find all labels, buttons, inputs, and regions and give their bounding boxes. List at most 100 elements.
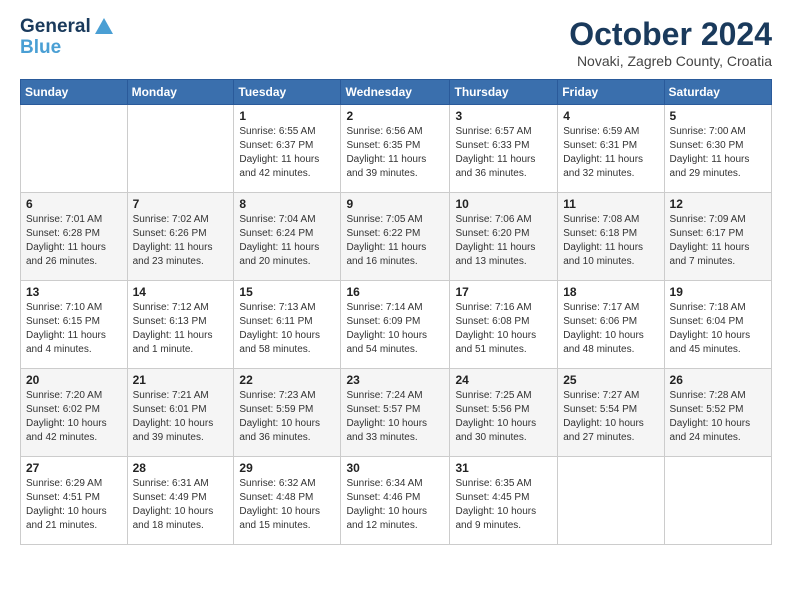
calendar-cell: 19 Sunrise: 7:18 AM Sunset: 6:04 PM Dayli… (664, 281, 771, 369)
logo-icon (93, 16, 115, 38)
location: Novaki, Zagreb County, Croatia (569, 53, 772, 69)
day-number: 1 (239, 109, 335, 123)
day-number: 18 (563, 285, 658, 299)
calendar-row: 20 Sunrise: 7:20 AM Sunset: 6:02 PM Dayli… (21, 369, 772, 457)
calendar-cell: 12Sunrise: 7:09 AM Sunset: 6:17 PM Dayli… (664, 193, 771, 281)
day-number: 27 (26, 461, 122, 475)
calendar-cell: 24 Sunrise: 7:25 AM Sunset: 5:56 PM Dayli… (450, 369, 558, 457)
day-number: 20 (26, 373, 122, 387)
col-saturday: Saturday (664, 80, 771, 105)
day-number: 6 (26, 197, 122, 211)
calendar-cell: 13Sunrise: 7:10 AM Sunset: 6:15 PM Dayli… (21, 281, 128, 369)
calendar-cell (21, 105, 128, 193)
day-number: 19 (670, 285, 766, 299)
col-friday: Friday (558, 80, 664, 105)
calendar-cell: 30 Sunrise: 6:34 AM Sunset: 4:46 PM Dayli… (341, 457, 450, 545)
day-number: 21 (133, 373, 229, 387)
calendar-table: Sunday Monday Tuesday Wednesday Thursday… (20, 79, 772, 545)
day-number: 3 (455, 109, 552, 123)
day-number: 4 (563, 109, 658, 123)
calendar-cell: 25 Sunrise: 7:27 AM Sunset: 5:54 PM Dayli… (558, 369, 664, 457)
day-info: Sunrise: 7:18 AM Sunset: 6:04 PM Dayligh… (670, 301, 766, 357)
calendar-cell: 1 Sunrise: 6:55 AM Sunset: 6:37 PM Daylig… (234, 105, 341, 193)
day-info: Sunrise: 7:13 AM Sunset: 6:11 PM Dayligh… (239, 301, 335, 357)
day-info: Sunrise: 6:55 AM Sunset: 6:37 PM Dayligh… (239, 125, 335, 181)
day-info: Sunrise: 7:17 AM Sunset: 6:06 PM Dayligh… (563, 301, 658, 357)
day-info: Sunrise: 6:34 AM Sunset: 4:46 PM Dayligh… (346, 477, 444, 533)
day-info: Sunrise: 7:21 AM Sunset: 6:01 PM Dayligh… (133, 389, 229, 445)
calendar-cell: 5 Sunrise: 7:00 AM Sunset: 6:30 PM Daylig… (664, 105, 771, 193)
calendar-cell: 21 Sunrise: 7:21 AM Sunset: 6:01 PM Dayli… (127, 369, 234, 457)
page-header: General Blue October 2024 Novaki, Zagreb… (20, 16, 772, 69)
day-info: Sunrise: 7:02 AM Sunset: 6:26 PM Dayligh… (133, 213, 229, 269)
day-number: 24 (455, 373, 552, 387)
day-info: Sunrise: 6:35 AM Sunset: 4:45 PM Dayligh… (455, 477, 552, 533)
col-sunday: Sunday (21, 80, 128, 105)
calendar-cell: 4 Sunrise: 6:59 AM Sunset: 6:31 PM Daylig… (558, 105, 664, 193)
day-info: Sunrise: 7:08 AM Sunset: 6:18 PM Dayligh… (563, 213, 658, 269)
day-number: 31 (455, 461, 552, 475)
calendar-row: 27Sunrise: 6:29 AM Sunset: 4:51 PM Dayli… (21, 457, 772, 545)
calendar-cell: 6 Sunrise: 7:01 AM Sunset: 6:28 PM Daylig… (21, 193, 128, 281)
day-info: Sunrise: 7:27 AM Sunset: 5:54 PM Dayligh… (563, 389, 658, 445)
calendar-cell (127, 105, 234, 193)
calendar-row: 13Sunrise: 7:10 AM Sunset: 6:15 PM Dayli… (21, 281, 772, 369)
day-number: 9 (346, 197, 444, 211)
day-info: Sunrise: 6:31 AM Sunset: 4:49 PM Dayligh… (133, 477, 229, 533)
day-info: Sunrise: 7:00 AM Sunset: 6:30 PM Dayligh… (670, 125, 766, 181)
day-info: Sunrise: 7:05 AM Sunset: 6:22 PM Dayligh… (346, 213, 444, 269)
logo-text: General (20, 16, 115, 38)
calendar-cell: 29 Sunrise: 6:32 AM Sunset: 4:48 PM Dayli… (234, 457, 341, 545)
day-number: 8 (239, 197, 335, 211)
day-number: 25 (563, 373, 658, 387)
calendar-cell: 17Sunrise: 7:16 AM Sunset: 6:08 PM Dayli… (450, 281, 558, 369)
day-number: 26 (670, 373, 766, 387)
day-number: 16 (346, 285, 444, 299)
day-number: 28 (133, 461, 229, 475)
calendar-cell: 26Sunrise: 7:28 AM Sunset: 5:52 PM Dayli… (664, 369, 771, 457)
calendar-cell: 18 Sunrise: 7:17 AM Sunset: 6:06 PM Dayli… (558, 281, 664, 369)
calendar-cell (558, 457, 664, 545)
col-thursday: Thursday (450, 80, 558, 105)
day-info: Sunrise: 7:06 AM Sunset: 6:20 PM Dayligh… (455, 213, 552, 269)
day-number: 14 (133, 285, 229, 299)
title-block: October 2024 Novaki, Zagreb County, Croa… (569, 16, 772, 69)
col-wednesday: Wednesday (341, 80, 450, 105)
day-info: Sunrise: 7:12 AM Sunset: 6:13 PM Dayligh… (133, 301, 229, 357)
calendar-header-row: Sunday Monday Tuesday Wednesday Thursday… (21, 80, 772, 105)
day-number: 5 (670, 109, 766, 123)
calendar-cell: 20 Sunrise: 7:20 AM Sunset: 6:02 PM Dayli… (21, 369, 128, 457)
day-number: 29 (239, 461, 335, 475)
calendar-cell: 8 Sunrise: 7:04 AM Sunset: 6:24 PM Daylig… (234, 193, 341, 281)
month-title: October 2024 (569, 16, 772, 53)
day-info: Sunrise: 7:04 AM Sunset: 6:24 PM Dayligh… (239, 213, 335, 269)
calendar-cell: 7 Sunrise: 7:02 AM Sunset: 6:26 PM Daylig… (127, 193, 234, 281)
day-info: Sunrise: 6:57 AM Sunset: 6:33 PM Dayligh… (455, 125, 552, 181)
day-number: 30 (346, 461, 444, 475)
calendar-cell: 27Sunrise: 6:29 AM Sunset: 4:51 PM Dayli… (21, 457, 128, 545)
calendar-cell: 11Sunrise: 7:08 AM Sunset: 6:18 PM Dayli… (558, 193, 664, 281)
day-info: Sunrise: 7:09 AM Sunset: 6:17 PM Dayligh… (670, 213, 766, 269)
calendar-cell: 3 Sunrise: 6:57 AM Sunset: 6:33 PM Daylig… (450, 105, 558, 193)
day-info: Sunrise: 7:25 AM Sunset: 5:56 PM Dayligh… (455, 389, 552, 445)
day-info: Sunrise: 6:59 AM Sunset: 6:31 PM Dayligh… (563, 125, 658, 181)
day-number: 22 (239, 373, 335, 387)
day-info: Sunrise: 7:14 AM Sunset: 6:09 PM Dayligh… (346, 301, 444, 357)
calendar-cell (664, 457, 771, 545)
day-info: Sunrise: 6:32 AM Sunset: 4:48 PM Dayligh… (239, 477, 335, 533)
day-info: Sunrise: 7:01 AM Sunset: 6:28 PM Dayligh… (26, 213, 122, 269)
calendar-cell: 15Sunrise: 7:13 AM Sunset: 6:11 PM Dayli… (234, 281, 341, 369)
day-number: 2 (346, 109, 444, 123)
calendar-cell: 31 Sunrise: 6:35 AM Sunset: 4:45 PM Dayli… (450, 457, 558, 545)
calendar-cell: 23Sunrise: 7:24 AM Sunset: 5:57 PM Dayli… (341, 369, 450, 457)
logo-blue: Blue (20, 38, 115, 59)
calendar-cell: 2Sunrise: 6:56 AM Sunset: 6:35 PM Daylig… (341, 105, 450, 193)
calendar-cell: 16 Sunrise: 7:14 AM Sunset: 6:09 PM Dayli… (341, 281, 450, 369)
day-number: 7 (133, 197, 229, 211)
calendar-cell: 10 Sunrise: 7:06 AM Sunset: 6:20 PM Dayli… (450, 193, 558, 281)
calendar-row: 1 Sunrise: 6:55 AM Sunset: 6:37 PM Daylig… (21, 105, 772, 193)
calendar-cell: 28 Sunrise: 6:31 AM Sunset: 4:49 PM Dayli… (127, 457, 234, 545)
day-info: Sunrise: 7:20 AM Sunset: 6:02 PM Dayligh… (26, 389, 122, 445)
day-number: 10 (455, 197, 552, 211)
calendar-row: 6 Sunrise: 7:01 AM Sunset: 6:28 PM Daylig… (21, 193, 772, 281)
